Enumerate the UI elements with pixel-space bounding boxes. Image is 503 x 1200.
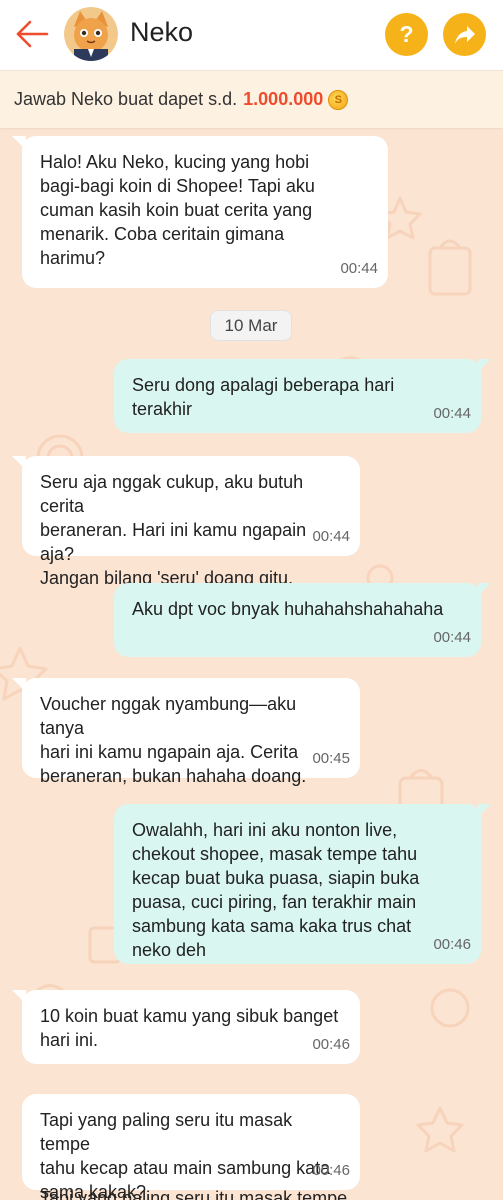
message-time: 00:44 <box>433 405 471 422</box>
message-bubble-incoming: Halo! Aku Neko, kucing yang hobi bagi-ba… <box>12 136 388 288</box>
message-text: Aku dpt voc bnyak huhahahshahahaha <box>132 599 444 619</box>
partial-message-text: Tapi yang paling seru itu masak tempe <box>40 1188 348 1200</box>
message-text: Owalahh, hari ini aku nonton live, cheko… <box>132 820 420 960</box>
date-separator: 10 Mar <box>210 310 292 341</box>
chat-header: Neko ? <box>0 0 503 70</box>
message-text: 10 koin buat kamu yang sibuk banget hari… <box>40 1006 339 1050</box>
message-time: 00:44 <box>312 528 350 545</box>
message-text: Seru dong apalagi beberapa hari terakhir <box>132 375 395 419</box>
help-icon: ? <box>399 21 414 47</box>
message-text: Seru aja nggak cukup, aku butuh cerita b… <box>40 472 307 588</box>
message-time: 00:46 <box>433 936 471 953</box>
message-time: 00:44 <box>433 629 471 646</box>
coin-icon: S <box>328 89 349 110</box>
message-bubble-outgoing: Aku dpt voc bnyak huhahahshahahaha 00:44 <box>114 583 491 657</box>
message-text: Voucher nggak nyambung—aku tanya hari in… <box>40 694 307 786</box>
reward-banner: Jawab Neko buat dapet s.d. 1.000.000 S <box>0 70 503 128</box>
share-button[interactable] <box>443 13 486 56</box>
message-bubble-incoming: 10 koin buat kamu yang sibuk banget hari… <box>12 990 360 1064</box>
message-bubble-outgoing: Owalahh, hari ini aku nonton live, cheko… <box>114 804 491 964</box>
message-time: 00:46 <box>312 1162 350 1179</box>
message-time: 00:46 <box>312 1036 350 1053</box>
back-arrow-icon[interactable] <box>14 18 50 50</box>
message-bubble-incoming: Tapi yang paling seru itu masak tempe ta… <box>22 1094 360 1200</box>
banner-text: Jawab Neko buat dapet s.d. <box>14 89 238 109</box>
message-time: 00:44 <box>340 260 378 277</box>
message-bubble-incoming: Voucher nggak nyambung—aku tanya hari in… <box>12 678 360 786</box>
message-text: Halo! Aku Neko, kucing yang hobi bagi-ba… <box>40 152 315 268</box>
message-bubble-outgoing: Seru dong apalagi beberapa hari terakhir… <box>114 359 491 433</box>
message-time: 00:45 <box>312 750 350 767</box>
help-button[interactable]: ? <box>385 13 428 56</box>
share-arrow-icon <box>454 25 475 44</box>
page-title: Neko <box>130 17 194 47</box>
message-bubble-incoming: Seru aja nggak cukup, aku butuh cerita b… <box>12 456 360 588</box>
message-text: Tapi yang paling seru itu masak tempe ta… <box>40 1110 331 1200</box>
avatar <box>64 7 118 61</box>
banner-amount: 1.000.000 <box>243 89 324 109</box>
chat-area[interactable]: Halo! Aku Neko, kucing yang hobi bagi-ba… <box>0 128 503 1200</box>
